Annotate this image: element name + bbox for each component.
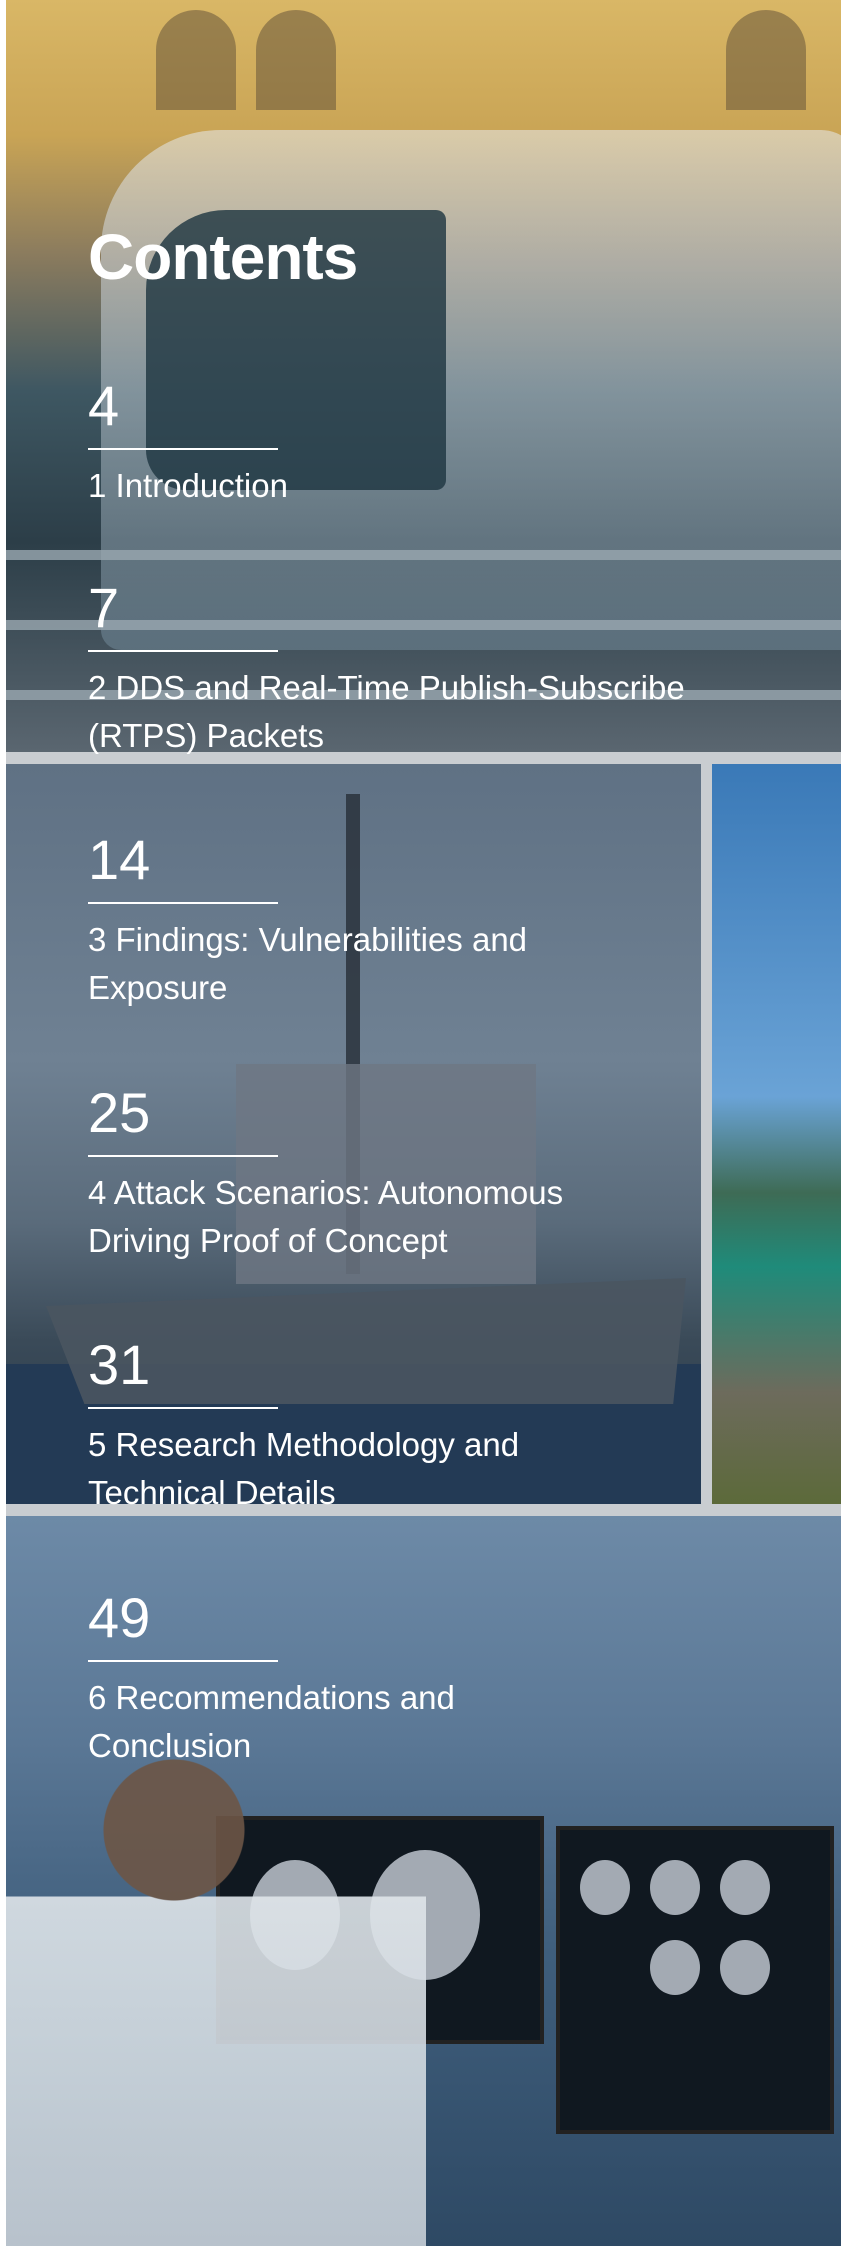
toc-entry-label: 5 Research Methodology and Technical Det…	[88, 1426, 520, 1511]
toc-entry[interactable]: 49 6 Recommendations and Conclusion	[88, 1590, 548, 1770]
toc-page-number: 25	[88, 1081, 151, 1144]
toc-entry[interactable]: 25 4 Attack Scenarios: Autonomous Drivin…	[88, 1085, 668, 1265]
toc-rule	[88, 1155, 278, 1157]
toc-page-number: 7	[88, 576, 120, 639]
toc-entry[interactable]: 4 1 Introduction	[88, 378, 688, 510]
toc-rule	[88, 448, 278, 450]
toc-entry-label: 4 Attack Scenarios: Autonomous Driving P…	[88, 1174, 564, 1259]
toc-page-number: 31	[88, 1333, 151, 1396]
toc-entry[interactable]: 31 5 Research Methodology and Technical …	[88, 1337, 628, 1517]
toc-entry-label: 3 Findings: Vulnerabilities and Exposure	[88, 921, 528, 1006]
toc-page-number: 4	[88, 374, 120, 437]
toc-entry-label: 1 Introduction	[88, 467, 288, 504]
toc-rule	[88, 1407, 278, 1409]
toc-entry-label: 6 Recommendations and Conclusion	[88, 1679, 455, 1764]
toc-entry[interactable]: 14 3 Findings: Vulnerabilities and Expos…	[88, 832, 628, 1012]
toc-rule	[88, 650, 278, 652]
toc-rule	[88, 1660, 278, 1662]
toc-rule	[88, 902, 278, 904]
toc-page-number: 49	[88, 1586, 151, 1649]
toc-entry[interactable]: 7 2 DDS and Real-Time Publish-Subscribe …	[88, 580, 708, 760]
toc-page-number: 14	[88, 828, 151, 891]
page-title: Contents	[88, 221, 358, 293]
toc-entry-label: 2 DDS and Real-Time Publish-Subscribe (R…	[88, 669, 685, 754]
contents-overlay: Contents 4 1 Introduction 7 2 DDS and Re…	[0, 0, 841, 2246]
contents-page: Contents 4 1 Introduction 7 2 DDS and Re…	[0, 0, 841, 2246]
